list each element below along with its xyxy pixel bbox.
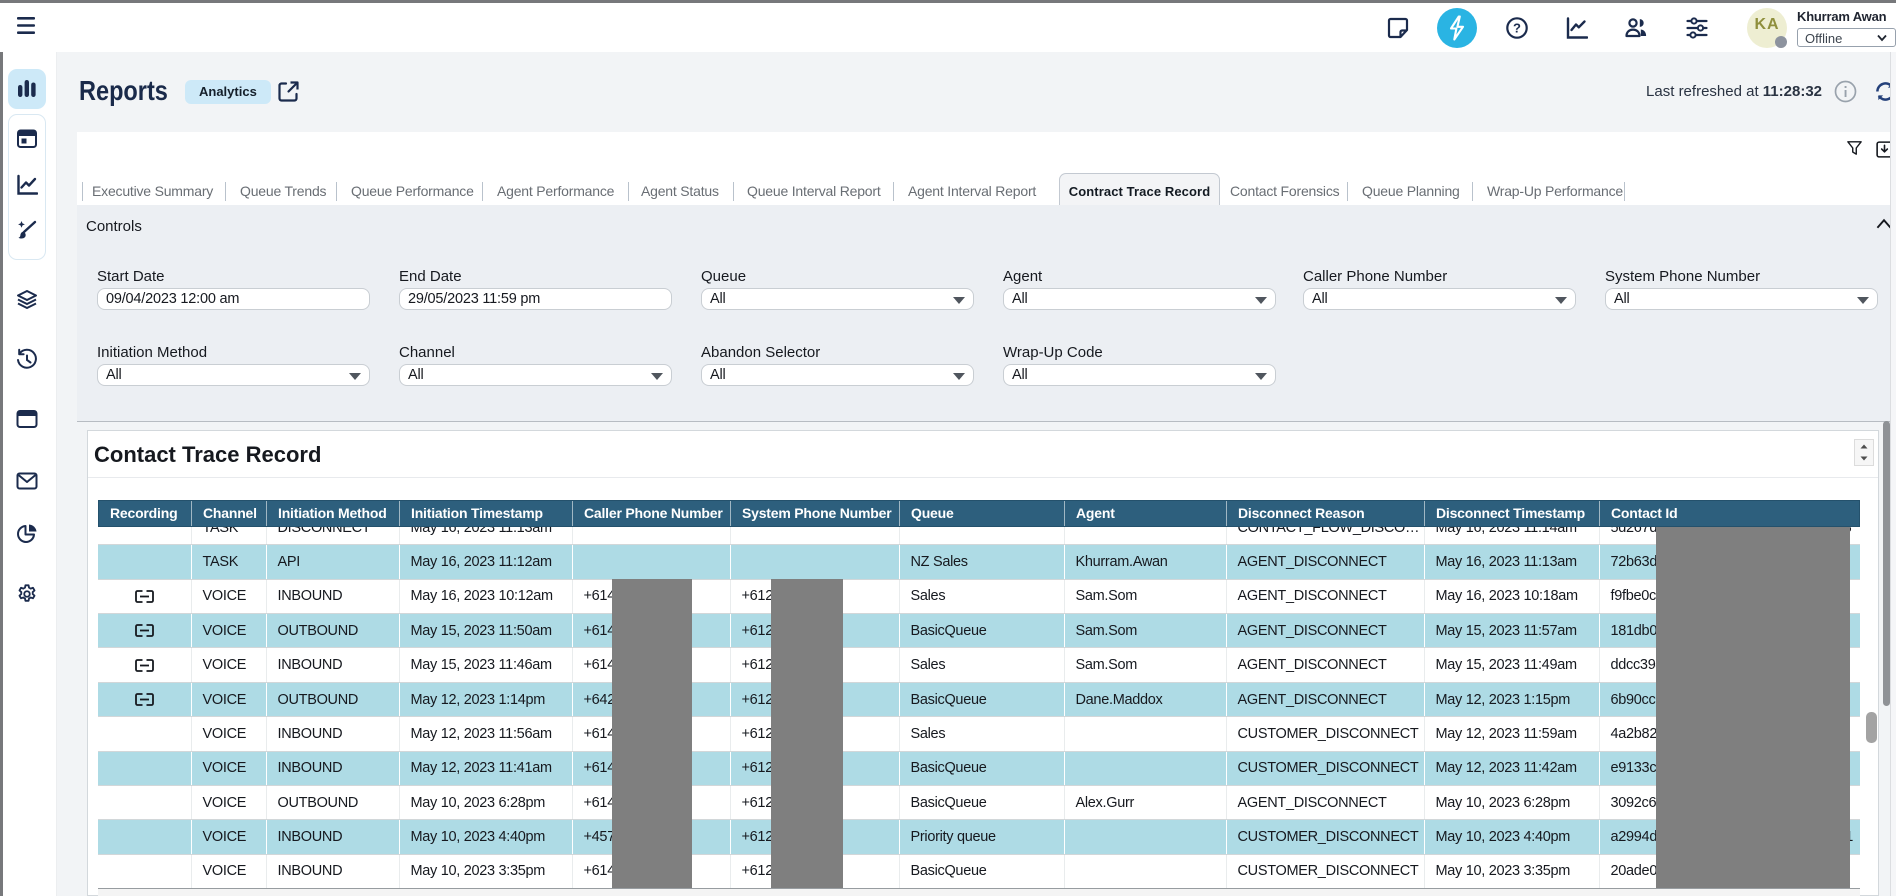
svg-text:?: ? <box>1513 21 1521 36</box>
